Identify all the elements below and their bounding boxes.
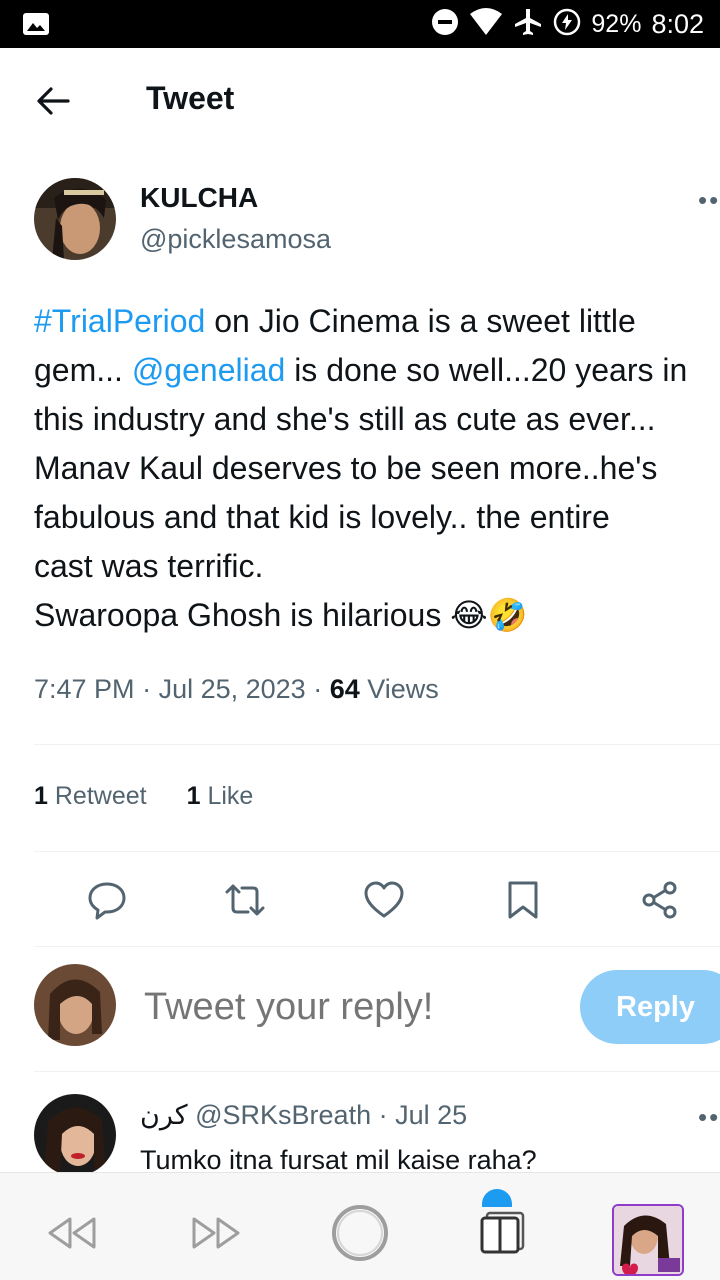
recent-apps-icon	[480, 1211, 525, 1254]
tweet-line: #TrialPeriod on Jio Cinema is a sweet li…	[34, 303, 636, 339]
current-user-avatar	[34, 964, 116, 1046]
tweet-time: 7:47 PM	[34, 674, 135, 704]
more-options-icon[interactable]: ••	[698, 1102, 720, 1133]
mention-link[interactable]: @geneliad	[132, 352, 285, 388]
heart-icon	[364, 881, 404, 918]
tweet-line: fabulous and that kid is lovely.. the en…	[34, 499, 610, 535]
tweet-meta: 7:47 PM · Jul 25, 2023 · 64 Views	[34, 674, 439, 704]
divider	[34, 1071, 720, 1072]
tweet-line: cast was terrific.	[34, 548, 264, 584]
more-options-icon[interactable]: ••	[698, 185, 720, 216]
back-button[interactable]	[30, 78, 76, 124]
clock: 8:02	[651, 8, 704, 39]
retweet-action[interactable]	[220, 872, 270, 928]
reply-date: Jul 25	[395, 1100, 468, 1130]
divider	[34, 946, 720, 947]
views-count: 64	[329, 674, 360, 704]
like-action[interactable]	[359, 872, 409, 928]
likes-stat[interactable]: 1 Like	[187, 782, 254, 811]
divider	[34, 744, 720, 745]
retweet-icon	[225, 884, 265, 916]
reply-button[interactable]: Reply	[580, 970, 720, 1044]
bookmark-icon	[508, 881, 538, 919]
airplane-icon	[513, 7, 543, 42]
hashtag-link[interactable]: #TrialPeriod	[34, 303, 205, 339]
arrow-left-icon	[37, 87, 70, 115]
wifi-icon	[469, 7, 503, 41]
tweet-actions	[0, 872, 720, 932]
tweet-line: this industry and she's still as cute as…	[34, 401, 656, 437]
top-app-bar: Tweet	[0, 48, 720, 153]
reply-author-handle[interactable]: @SRKsBreath	[195, 1100, 371, 1130]
retweets-stat[interactable]: 1 Retweet	[34, 782, 147, 811]
rewind-icon	[48, 1217, 96, 1249]
fast-forward-icon	[192, 1217, 240, 1249]
fast-forward-button[interactable]	[186, 1203, 246, 1263]
app-thumbnail[interactable]	[612, 1204, 684, 1276]
share-action[interactable]	[635, 872, 685, 928]
reply-action[interactable]	[82, 872, 132, 928]
battery-saver-icon	[553, 8, 581, 41]
tweet-text: #TrialPeriod on Jio Cinema is a sweet li…	[34, 297, 720, 640]
battery-percent: 92%	[591, 9, 642, 38]
home-circle-icon	[332, 1205, 388, 1261]
tweet-line: Manav Kaul deserves to be seen more..he'…	[34, 450, 658, 486]
tweet-line: Swaroopa Ghosh is hilarious 😂🤣	[34, 597, 528, 633]
author-handle[interactable]: @picklesamosa	[140, 224, 331, 255]
home-button[interactable]	[330, 1203, 390, 1263]
author-name[interactable]: KULCHA	[140, 182, 258, 214]
comment-icon	[88, 882, 126, 920]
reply-input[interactable]	[144, 982, 564, 1032]
status-bar: 92% 8:02	[0, 0, 720, 48]
reply-header: کرن @SRKsBreath · Jul 25	[140, 1100, 468, 1130]
share-icon	[642, 881, 677, 919]
reply-avatar[interactable]	[34, 1094, 116, 1176]
divider	[34, 851, 720, 852]
author-avatar[interactable]	[34, 178, 116, 260]
page-title: Tweet	[146, 80, 235, 116]
reply-author-name[interactable]: کرن	[140, 1100, 188, 1130]
tweet-date: Jul 25, 2023	[158, 674, 306, 704]
rewind-button[interactable]	[42, 1203, 102, 1263]
bookmark-action[interactable]	[498, 872, 548, 928]
views-label: Views	[367, 674, 439, 704]
tweet-line: gem... @geneliad is done so well...20 ye…	[34, 352, 688, 388]
gallery-icon	[22, 12, 50, 36]
recent-apps-button[interactable]	[474, 1203, 534, 1263]
engagement-stats: 1 Retweet 1 Like	[34, 782, 253, 811]
dnd-icon	[431, 8, 459, 41]
bottom-navigation	[0, 1172, 720, 1280]
